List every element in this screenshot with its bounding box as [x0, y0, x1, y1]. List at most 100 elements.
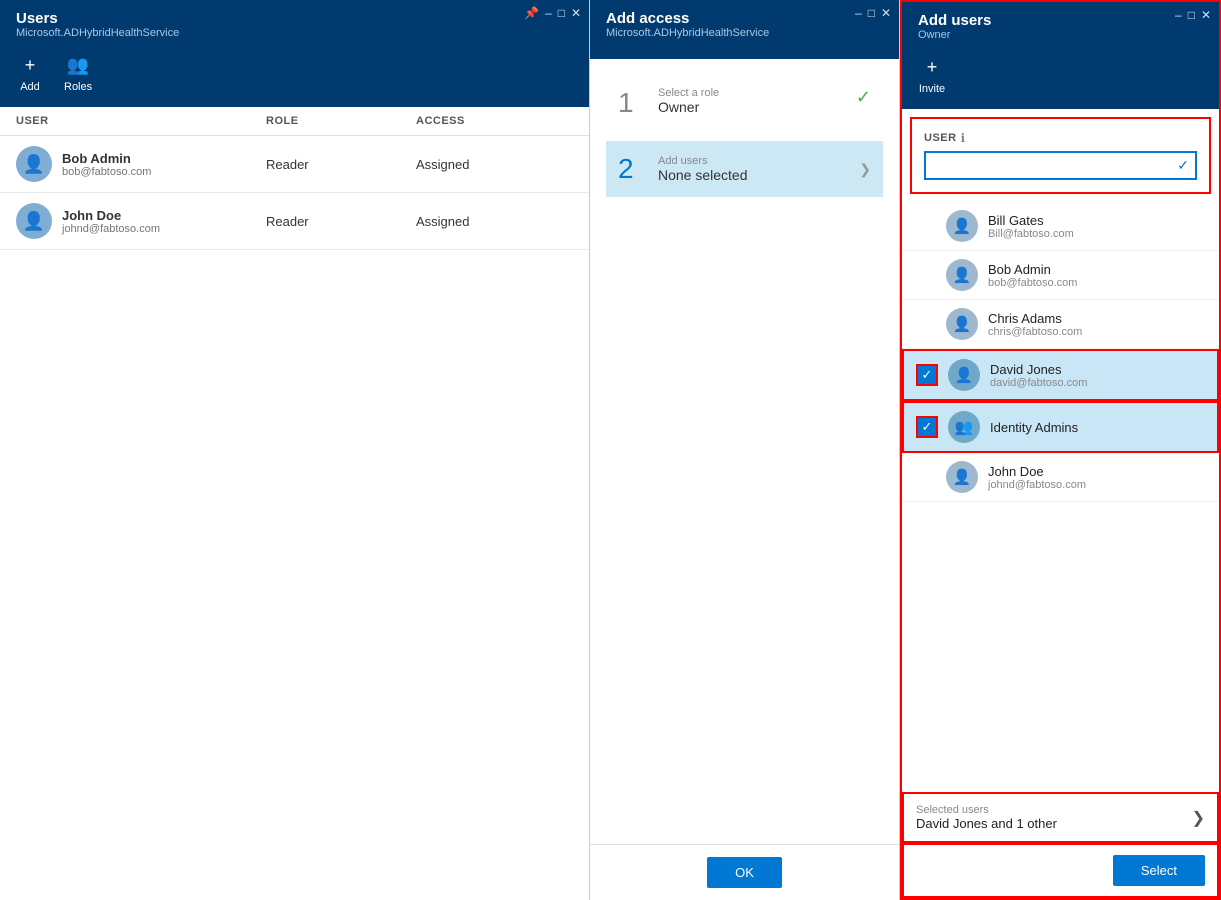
- ok-button[interactable]: OK: [707, 857, 782, 888]
- invite-label: Invite: [919, 83, 945, 95]
- step-2-number: 2: [618, 153, 648, 185]
- minimize-icon[interactable]: –: [545, 6, 552, 20]
- roles-label: Roles: [64, 81, 92, 93]
- access-cell: Assigned: [416, 214, 566, 229]
- table-row[interactable]: 👤 John Doe johnd@fabtoso.com Reader Assi…: [0, 193, 589, 250]
- users-toolbar: + Add 👥 Roles: [16, 47, 573, 95]
- maximize-icon[interactable]: □: [1188, 8, 1195, 22]
- step-2-row[interactable]: 2 Add users None selected ❯: [606, 141, 883, 197]
- addusers-window-controls: – □ ✕: [1175, 8, 1211, 22]
- selected-checkmark: ✓: [916, 416, 938, 438]
- addusers-title: Add users: [918, 12, 1203, 29]
- add-button[interactable]: + Add: [16, 51, 44, 93]
- search-check-icon: ✓: [1171, 153, 1195, 178]
- col-role: ROLE: [266, 115, 416, 127]
- role-cell: Reader: [266, 214, 416, 229]
- access-panel: – □ ✕ Add access Microsoft.ADHybridHealt…: [590, 0, 900, 900]
- step-2-value: None selected: [658, 167, 849, 183]
- user-name: John Doe: [988, 464, 1086, 479]
- user-cell: 👤 Bob Admin bob@fabtoso.com: [16, 146, 266, 182]
- avatar: 👥: [948, 411, 980, 443]
- user-info: Bill Gates Bill@fabtoso.com: [988, 213, 1074, 240]
- chevron-right-icon: ❯: [1192, 808, 1205, 828]
- step-1-row[interactable]: 1 Select a role Owner ✓: [606, 75, 883, 131]
- users-header: 📌 – □ ✕ Users Microsoft.ADHybridHealthSe…: [0, 0, 589, 107]
- list-item-selected[interactable]: ✓ 👤 David Jones david@fabtoso.com: [902, 349, 1219, 401]
- addusers-footer: Select: [902, 843, 1219, 898]
- access-window-controls: – □ ✕: [855, 6, 891, 20]
- access-body: 1 Select a role Owner ✓ 2 Add users None…: [590, 59, 899, 468]
- step-1-content: Select a role Owner: [658, 87, 846, 115]
- user-list: 👤 Bill Gates Bill@fabtoso.com 👤 Bob Admi…: [902, 202, 1219, 792]
- user-label-row: USER ℹ: [924, 131, 1197, 145]
- list-item[interactable]: 👤 Bob Admin bob@fabtoso.com: [902, 251, 1219, 300]
- user-info: Identity Admins: [990, 420, 1078, 435]
- add-icon: +: [16, 51, 44, 79]
- avatar: 👤: [946, 308, 978, 340]
- minimize-icon[interactable]: –: [855, 6, 862, 20]
- user-name: John Doe: [62, 208, 160, 223]
- step-1-label: Select a role: [658, 87, 846, 99]
- access-title: Add access: [606, 10, 883, 27]
- close-icon[interactable]: ✕: [1201, 8, 1211, 22]
- access-footer: OK: [590, 844, 899, 900]
- user-info: David Jones david@fabtoso.com: [990, 362, 1087, 389]
- addusers-header: – □ ✕ Add users Owner + Invite: [902, 2, 1219, 109]
- list-item-selected[interactable]: ✓ 👥 Identity Admins: [902, 401, 1219, 453]
- user-email: bob@fabtoso.com: [988, 277, 1077, 289]
- user-email: johnd@fabtoso.com: [988, 479, 1086, 491]
- roles-button[interactable]: 👥 Roles: [64, 51, 92, 93]
- users-panel: 📌 – □ ✕ Users Microsoft.ADHybridHealthSe…: [0, 0, 590, 900]
- avatar: 👤: [948, 359, 980, 391]
- roles-icon: 👥: [64, 51, 92, 79]
- search-input[interactable]: [926, 154, 1171, 177]
- user-name: Bob Admin: [988, 262, 1077, 277]
- users-table: USER ROLE ACCESS 👤 Bob Admin bob@fabtoso…: [0, 107, 589, 900]
- minimize-icon[interactable]: –: [1175, 8, 1182, 22]
- search-input-wrapper: ✓: [924, 151, 1197, 180]
- user-name: David Jones: [990, 362, 1087, 377]
- user-name: Bob Admin: [62, 151, 151, 166]
- pin-icon[interactable]: 📌: [524, 6, 539, 20]
- access-cell: Assigned: [416, 157, 566, 172]
- list-item[interactable]: 👤 Bill Gates Bill@fabtoso.com: [902, 202, 1219, 251]
- addusers-toolbar: + Invite: [918, 49, 1203, 97]
- step-1-check: ✓: [856, 87, 871, 108]
- close-icon[interactable]: ✕: [571, 6, 581, 20]
- list-item[interactable]: 👤 John Doe johnd@fabtoso.com: [902, 453, 1219, 502]
- step-2-label: Add users: [658, 155, 849, 167]
- step-1-number: 1: [618, 87, 648, 119]
- user-name: Bill Gates: [988, 213, 1074, 228]
- info-icon: ℹ: [961, 131, 966, 145]
- table-row[interactable]: 👤 Bob Admin bob@fabtoso.com Reader Assig…: [0, 136, 589, 193]
- invite-icon: +: [918, 53, 946, 81]
- user-info: Chris Adams chris@fabtoso.com: [988, 311, 1082, 338]
- user-email: bob@fabtoso.com: [62, 166, 151, 178]
- maximize-icon[interactable]: □: [868, 6, 875, 20]
- avatar: 👤: [946, 210, 978, 242]
- col-user: USER: [16, 115, 266, 127]
- selected-checkmark: ✓: [916, 364, 938, 386]
- selected-users-info: Selected users David Jones and 1 other: [916, 804, 1057, 831]
- access-header: – □ ✕ Add access Microsoft.ADHybridHealt…: [590, 0, 899, 59]
- avatar: 👤: [16, 146, 52, 182]
- selected-users-bar[interactable]: Selected users David Jones and 1 other ❯: [902, 792, 1219, 843]
- avatar: 👤: [946, 461, 978, 493]
- step-1-value: Owner: [658, 99, 846, 115]
- user-info: Bob Admin bob@fabtoso.com: [988, 262, 1077, 289]
- users-window-controls: 📌 – □ ✕: [524, 6, 581, 20]
- close-icon[interactable]: ✕: [881, 6, 891, 20]
- step-2-content: Add users None selected: [658, 155, 849, 183]
- avatar: 👤: [946, 259, 978, 291]
- addusers-panel: – □ ✕ Add users Owner + Invite USER ℹ ✓ …: [900, 0, 1221, 900]
- role-cell: Reader: [266, 157, 416, 172]
- maximize-icon[interactable]: □: [558, 6, 565, 20]
- user-email: chris@fabtoso.com: [988, 326, 1082, 338]
- users-subtitle: Microsoft.ADHybridHealthService: [16, 27, 573, 39]
- invite-button[interactable]: + Invite: [918, 53, 946, 95]
- selected-users-value: David Jones and 1 other: [916, 816, 1057, 831]
- list-item[interactable]: 👤 Chris Adams chris@fabtoso.com: [902, 300, 1219, 349]
- access-subtitle: Microsoft.ADHybridHealthService: [606, 27, 883, 39]
- user-cell: 👤 John Doe johnd@fabtoso.com: [16, 203, 266, 239]
- select-button[interactable]: Select: [1113, 855, 1205, 886]
